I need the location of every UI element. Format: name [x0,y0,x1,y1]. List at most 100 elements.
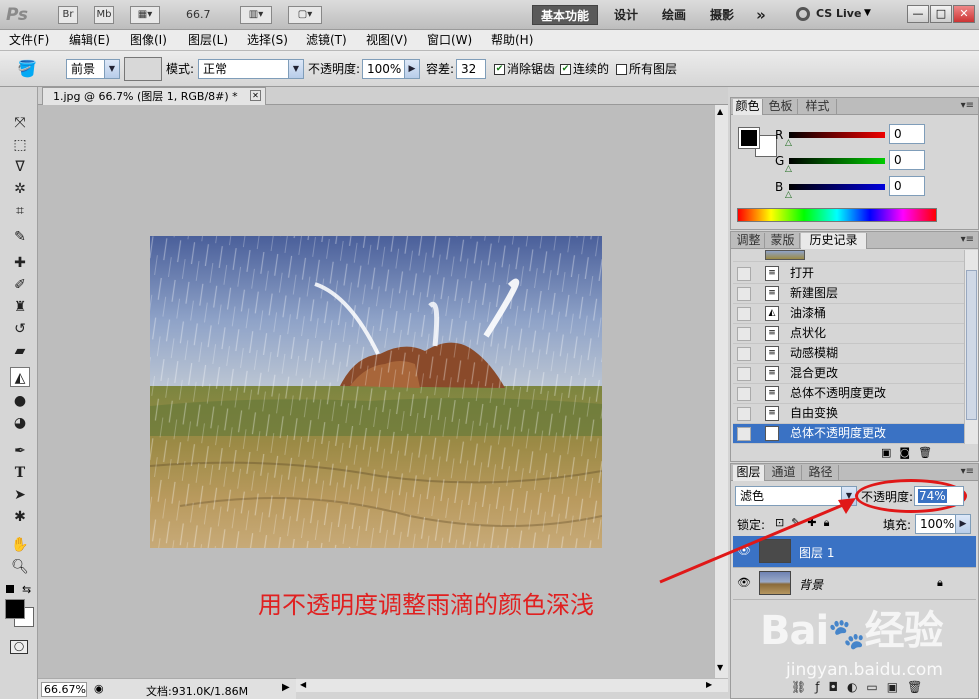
quick-mask-icon[interactable]: ◯ [10,640,28,654]
pattern-picker[interactable] [124,57,162,81]
paint-bucket-tool-icon[interactable]: ◭ [10,367,30,387]
move-tool-icon[interactable]: ⤧ [10,113,30,133]
layer-opacity-input[interactable]: 74% [914,486,964,506]
tab-masks[interactable]: 蒙版 [766,233,800,249]
menu-file[interactable]: 文件(F) [9,32,49,49]
history-item[interactable]: ≡ 自由变换 [733,404,964,424]
channel-b-input[interactable]: 0 [889,176,925,196]
scroll-up-icon[interactable]: ▲ [717,107,723,116]
menu-image[interactable]: 图像(I) [130,32,167,49]
tab-history[interactable]: 历史记录 [801,233,867,249]
dodge-tool-icon[interactable]: ◕ [10,413,30,433]
eyedropper-tool-icon[interactable]: ✎ [10,227,30,247]
paint-bucket-tool-preset-icon[interactable]: 🪣 [14,59,40,79]
shape-tool-icon[interactable]: ✱ [10,507,30,527]
vertical-scrollbar[interactable]: ▲ ▼ [714,105,728,678]
history-brush-source-checkbox[interactable] [737,267,751,281]
history-brush-source-checkbox[interactable] [737,327,751,341]
fill-source-select[interactable]: 前景 ▼ [66,59,120,79]
workspace-design[interactable]: 设计 [606,5,646,25]
workspace-painting[interactable]: 绘画 [654,5,694,25]
zoom-level[interactable]: 66.7 [186,8,211,21]
healing-brush-tool-icon[interactable]: ✚ [10,253,30,273]
marquee-tool-icon[interactable]: ⬚ [10,135,30,155]
contiguous-checkbox[interactable]: ✔ [560,64,571,75]
channel-g-input[interactable]: 0 [889,150,925,170]
blur-tool-icon[interactable]: ● [10,391,30,411]
more-workspaces-button[interactable]: » [748,5,774,25]
history-item[interactable]: ≡ 动感模糊 [733,344,964,364]
bridge-button[interactable]: Br [58,6,78,24]
foreground-color-swatch[interactable] [5,599,25,619]
tab-paths[interactable]: 路径 [803,465,839,481]
menu-edit[interactable]: 编辑(E) [69,32,110,49]
tab-swatches[interactable]: 色板 [764,99,798,115]
history-item[interactable]: ◭ 油漆桶 [733,304,964,324]
antialias-checkbox[interactable]: ✔ [494,64,505,75]
channel-b-slider[interactable] [789,184,885,190]
maximize-button[interactable]: □ [930,5,952,23]
history-item[interactable]: ≡ 打开 [733,264,964,284]
menu-layer[interactable]: 图层(L) [188,32,228,49]
arrange-documents-button[interactable]: ▥▾ [240,6,272,24]
mini-bridge-button[interactable]: Mb [94,6,114,24]
default-colors-icon[interactable] [6,585,14,593]
menu-view[interactable]: 视图(V) [366,32,408,49]
cs-live-button[interactable]: CS Live [816,7,861,20]
horizontal-scrollbar[interactable]: ◀ ▶ [296,678,728,692]
view-extras-button[interactable]: ▦▾ [130,6,160,24]
menu-filter[interactable]: 滤镜(T) [306,32,347,49]
status-menu-arrow-icon[interactable]: ▶ [282,682,290,693]
panel-menu-icon[interactable]: ▾≡ [961,100,974,111]
path-selection-tool-icon[interactable]: ➤ [10,485,30,505]
hand-tool-icon[interactable]: ✋ [10,535,30,555]
history-item[interactable]: ≡ 新建图层 [733,284,964,304]
screen-mode-button[interactable]: ▢▾ [288,6,322,24]
quick-selection-tool-icon[interactable]: ✲ [10,179,30,199]
history-brush-source-checkbox[interactable] [737,367,751,381]
minimize-button[interactable]: — [907,5,929,23]
foreground-color-chip[interactable] [738,127,760,149]
history-brush-source-checkbox[interactable] [737,407,751,421]
history-brush-tool-icon[interactable]: ↺ [10,319,30,339]
lasso-tool-icon[interactable]: ᐁ [10,157,30,177]
channel-g-slider[interactable] [789,158,885,164]
history-footer-icons[interactable]: ▣◙🗑︎ [881,446,940,459]
slider-thumb-icon[interactable]: △ [785,138,792,148]
history-brush-source-checkbox[interactable] [737,287,751,301]
tab-adjustments[interactable]: 调整 [733,233,765,249]
layers-footer-icons[interactable]: ⛓︎ƒ◘◐▭▣🗑︎ [791,680,931,694]
mode-select[interactable]: 正常 ▼ [198,59,304,79]
eraser-tool-icon[interactable]: ▰ [10,341,30,361]
history-item[interactable]: ≡ 总体不透明度更改 [733,384,964,404]
slider-thumb-icon[interactable]: △ [785,190,792,200]
scroll-down-icon[interactable]: ▼ [717,663,723,672]
tab-styles[interactable]: 样式 [799,99,837,115]
channel-r-input[interactable]: 0 [889,124,925,144]
tab-color[interactable]: 颜色 [733,99,763,115]
history-scrollbar[interactable] [964,250,978,444]
scroll-right-icon[interactable]: ▶ [706,680,712,689]
history-item[interactable]: ≡ 总体不透明度更改 [733,424,964,444]
history-brush-source-checkbox[interactable] [737,427,751,441]
pen-tool-icon[interactable]: ✒ [10,441,30,461]
panel-menu-icon[interactable]: ▾≡ [961,234,974,245]
type-tool-icon[interactable]: T [10,463,30,483]
history-snapshot-row[interactable] [733,250,964,262]
scroll-left-icon[interactable]: ◀ [300,680,306,689]
zoom-tool-icon[interactable]: 🔍︎ [10,557,30,577]
status-info-icon[interactable]: ◉ [94,682,104,695]
document-tab[interactable]: 1.jpg @ 66.7% (图层 1, RGB/8#) * ✕ [42,87,266,105]
brush-tool-icon[interactable]: ✐ [10,275,30,295]
close-icon[interactable]: ✕ [250,90,261,101]
workspace-photography[interactable]: 摄影 [702,5,742,25]
crop-tool-icon[interactable]: ⌗ [10,201,30,221]
fill-input[interactable]: 100% ▶ [915,514,971,534]
menu-window[interactable]: 窗口(W) [427,32,472,49]
slider-thumb-icon[interactable]: △ [785,164,792,174]
swap-colors-icon[interactable]: ⇆ [22,583,31,596]
history-brush-source-checkbox[interactable] [737,347,751,361]
opacity-input[interactable]: 100% ▶ [362,59,420,79]
history-item[interactable]: ≡ 混合更改 [733,364,964,384]
tab-layers[interactable]: 图层 [733,465,765,481]
